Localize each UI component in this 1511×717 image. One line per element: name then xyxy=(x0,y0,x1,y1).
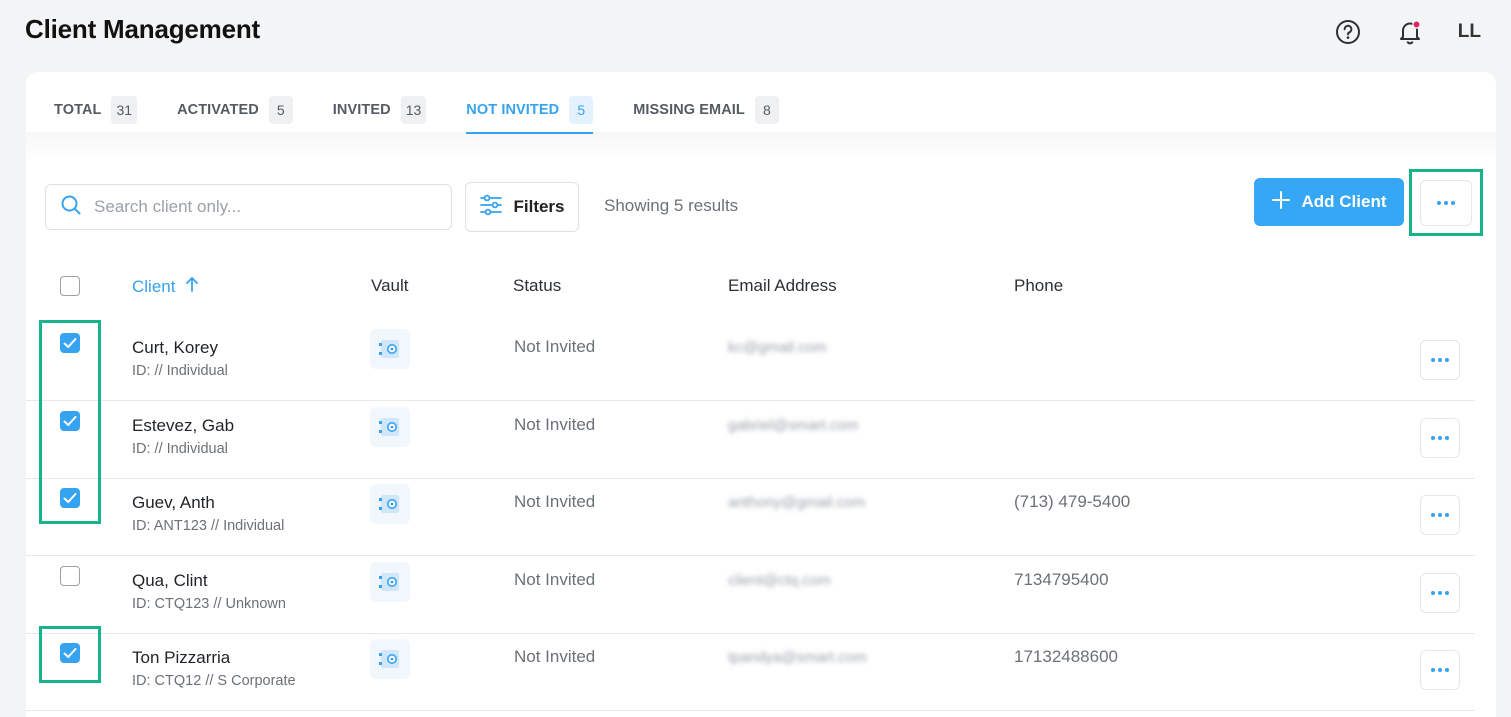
vault-icon[interactable] xyxy=(370,484,410,524)
bell-icon[interactable] xyxy=(1396,18,1424,46)
row-more-button[interactable] xyxy=(1420,340,1460,380)
tab-invited[interactable]: INVITED 13 xyxy=(332,88,427,132)
tab-count: 5 xyxy=(569,96,594,124)
client-name[interactable]: Ton Pizzarria xyxy=(132,648,230,668)
client-name[interactable]: Guev, Anth xyxy=(132,493,215,513)
more-dots-icon xyxy=(1437,200,1455,205)
client-status: Not Invited xyxy=(514,337,596,356)
client-phone: 7134795400 xyxy=(1014,570,1109,589)
client-phone: (713) 479-5400 xyxy=(1014,492,1131,511)
table-row[interactable]: Curt, Korey ID: // Individual Not Invite… xyxy=(26,323,1475,401)
row-more-button[interactable] xyxy=(1420,495,1460,535)
tab-label: TOTAL xyxy=(54,102,102,118)
plus-icon xyxy=(1271,190,1290,214)
toolbar-more-button[interactable] xyxy=(1420,179,1472,226)
search-icon xyxy=(60,194,82,221)
tab-label: ACTIVATED xyxy=(177,102,259,118)
more-dots-icon xyxy=(1431,668,1449,672)
more-dots-icon xyxy=(1431,513,1449,517)
client-name[interactable]: Qua, Clint xyxy=(132,571,208,591)
sliders-icon xyxy=(479,194,503,221)
column-status: Status xyxy=(513,276,562,295)
select-all-checkbox[interactable] xyxy=(60,276,80,296)
client-id: ID: // Individual xyxy=(132,441,228,457)
client-status: Not Invited xyxy=(514,415,596,434)
table-row[interactable]: Qua, Clint ID: CTQ123 // Unknown Not Inv… xyxy=(26,556,1475,634)
table-row[interactable]: Estevez, Gab ID: // Individual Not Invit… xyxy=(26,401,1475,479)
vault-icon[interactable] xyxy=(370,639,410,679)
tab-activated[interactable]: ACTIVATED 5 xyxy=(177,88,293,132)
more-dots-icon xyxy=(1431,591,1449,595)
top-actions: LL xyxy=(1334,18,1481,46)
client-id: ID: CTQ12 // S Corporate xyxy=(132,673,296,689)
row-more-button[interactable] xyxy=(1420,418,1460,458)
more-dots-icon xyxy=(1431,358,1449,362)
highlight-box xyxy=(1409,169,1483,236)
avatar[interactable]: LL xyxy=(1458,21,1481,43)
more-dots-icon xyxy=(1431,436,1449,440)
table-row[interactable]: Ton Pizzarria ID: CTQ12 // S Corporate N… xyxy=(26,633,1475,711)
filters-button[interactable]: Filters xyxy=(465,182,579,232)
column-email: Email Address xyxy=(728,276,837,295)
tab-missing-email[interactable]: MISSING EMAIL 8 xyxy=(633,88,779,132)
tab-count: 5 xyxy=(268,96,293,124)
table-row[interactable]: Guev, Anth ID: ANT123 // Individual Not … xyxy=(26,478,1475,556)
client-email: kc@gmail.com xyxy=(728,339,827,356)
help-icon[interactable] xyxy=(1334,18,1362,46)
client-name[interactable]: Estevez, Gab xyxy=(132,416,234,436)
vault-icon[interactable] xyxy=(370,329,410,369)
checkmark-icon xyxy=(63,416,77,426)
filters-label: Filters xyxy=(513,197,565,216)
tab-label: INVITED xyxy=(332,102,391,118)
add-client-label: Add Client xyxy=(1301,192,1387,211)
tab-label: MISSING EMAIL xyxy=(633,102,745,118)
checkmark-icon xyxy=(63,338,77,348)
client-email: gabriel@smart.com xyxy=(728,417,859,434)
client-id: ID: // Individual xyxy=(132,363,228,379)
client-status: Not Invited xyxy=(514,570,596,589)
sort-arrow-up-icon xyxy=(185,276,199,297)
client-name[interactable]: Curt, Korey xyxy=(132,338,218,358)
vault-icon[interactable] xyxy=(370,407,410,447)
row-checkbox[interactable] xyxy=(60,566,80,586)
tab-count: 31 xyxy=(111,96,138,124)
client-status: Not Invited xyxy=(514,647,596,666)
client-status: Not Invited xyxy=(514,492,596,511)
row-more-button[interactable] xyxy=(1420,573,1460,613)
checkmark-icon xyxy=(63,493,77,503)
row-checkbox[interactable] xyxy=(60,333,80,353)
client-id: ID: CTQ123 // Unknown xyxy=(132,596,286,612)
row-more-button[interactable] xyxy=(1420,650,1460,690)
results-count: Showing 5 results xyxy=(604,196,739,215)
column-phone: Phone xyxy=(1014,276,1064,295)
status-tabs: TOTAL 31 ACTIVATED 5 INVITED 13 NOT INVI… xyxy=(54,88,819,134)
column-vault: Vault xyxy=(371,276,409,295)
row-checkbox[interactable] xyxy=(60,488,80,508)
client-email: tpandya@smart.com xyxy=(728,649,867,666)
column-client-label: Client xyxy=(132,276,176,296)
client-email: client@ctq.com xyxy=(728,572,831,589)
search-input[interactable] xyxy=(94,197,434,217)
search-box[interactable] xyxy=(45,184,452,230)
client-phone: 17132488600 xyxy=(1014,647,1119,666)
tab-count: 13 xyxy=(400,96,427,124)
column-client[interactable]: Client xyxy=(132,276,199,297)
client-email: anthony@gmail.com xyxy=(728,494,865,511)
tab-divider xyxy=(26,132,1496,162)
client-id: ID: ANT123 // Individual xyxy=(132,518,285,534)
row-checkbox[interactable] xyxy=(60,411,80,431)
row-checkbox[interactable] xyxy=(60,643,80,663)
tab-label: NOT INVITED xyxy=(466,102,560,118)
tab-count: 8 xyxy=(754,96,779,124)
table-header: Client Vault Status Email Address Phone xyxy=(26,272,1496,302)
add-client-button[interactable]: Add Client xyxy=(1254,178,1404,226)
checkmark-icon xyxy=(63,648,77,658)
vault-icon[interactable] xyxy=(370,562,410,602)
page-title: Client Management xyxy=(25,14,260,44)
tab-not-invited[interactable]: NOT INVITED 5 xyxy=(466,88,594,134)
tab-total[interactable]: TOTAL 31 xyxy=(54,88,138,132)
client-panel: TOTAL 31 ACTIVATED 5 INVITED 13 NOT INVI… xyxy=(26,72,1496,717)
